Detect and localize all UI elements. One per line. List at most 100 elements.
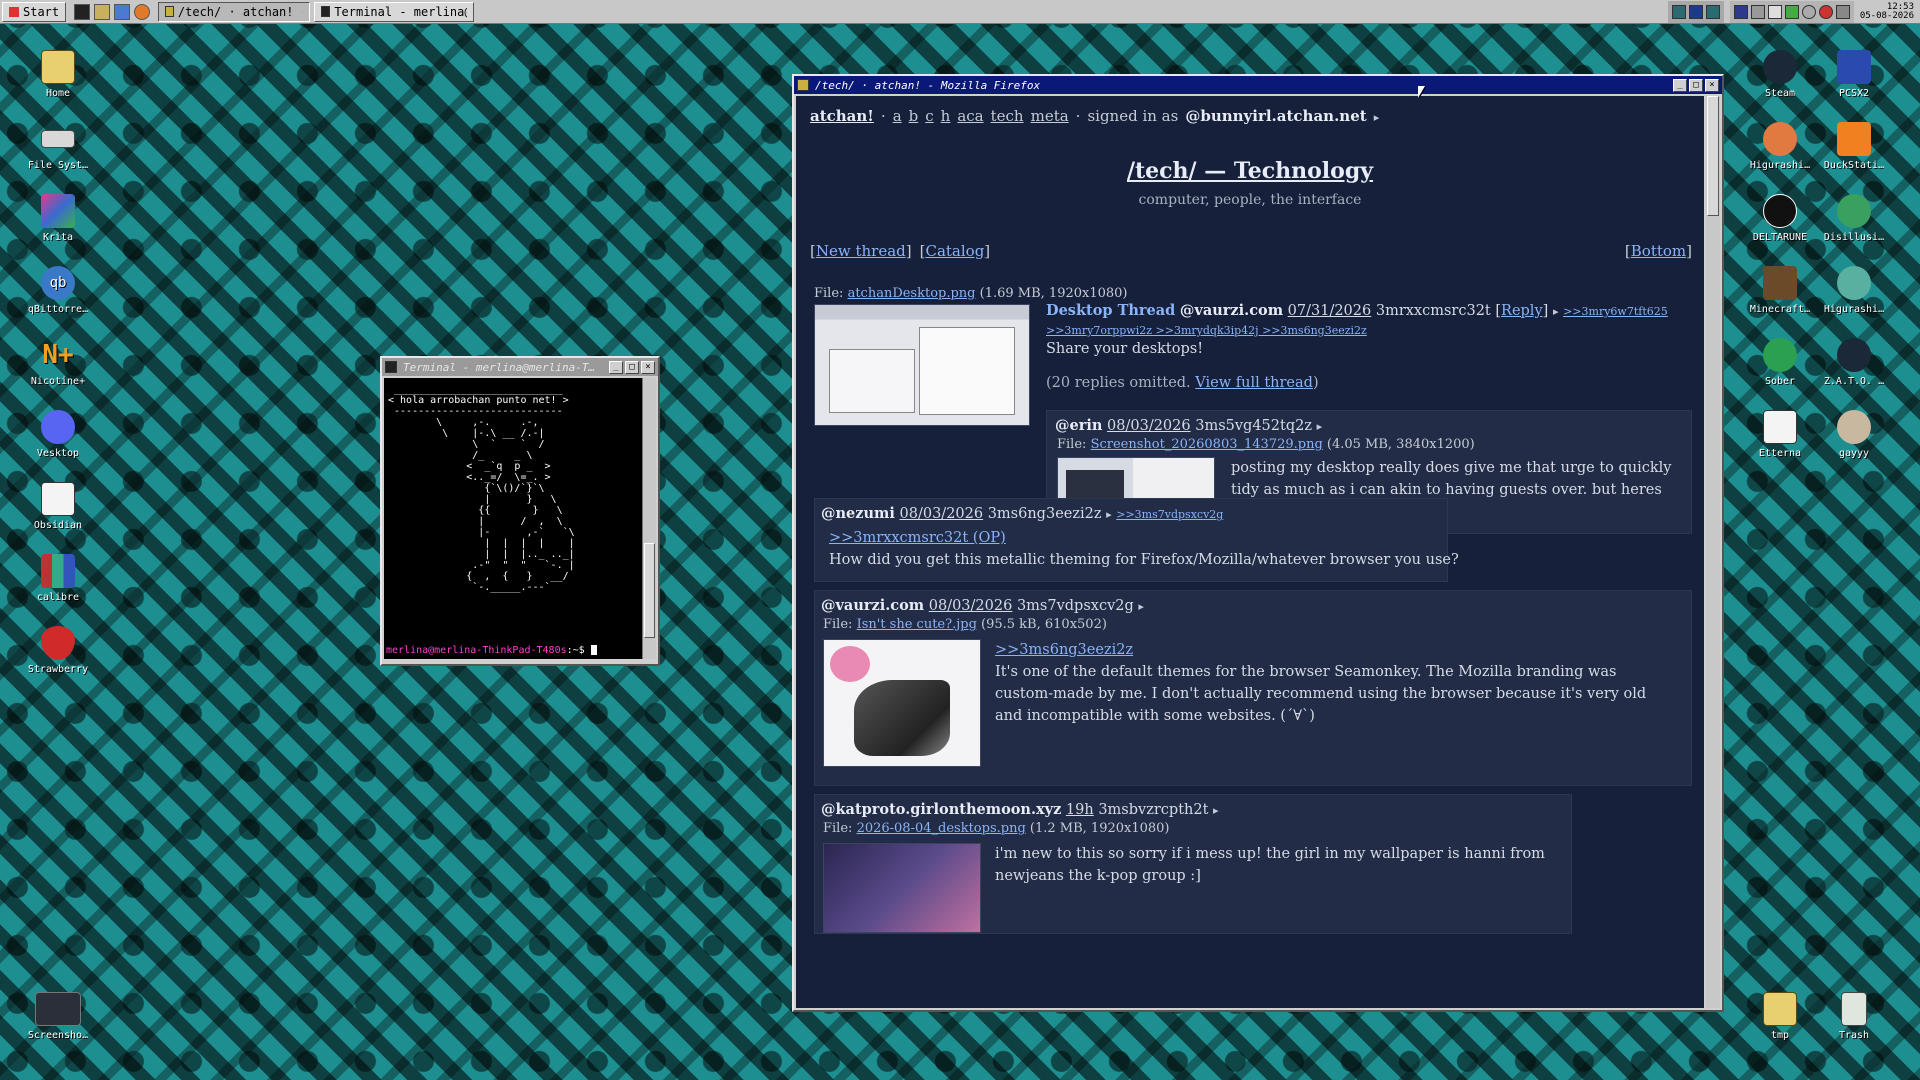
catalog-link[interactable]: Catalog: [925, 242, 984, 260]
post-menu-arrow-icon[interactable]: ▸: [1553, 305, 1559, 318]
post-menu-arrow-icon[interactable]: ▸: [1106, 508, 1112, 521]
quote-link[interactable]: >>3ms6ng3eezi2z: [995, 639, 1133, 661]
desktop-icon-pcsx2[interactable]: PCSX2: [1818, 50, 1890, 99]
desktop-icon-strawberry[interactable]: Strawberry: [22, 626, 94, 675]
workspace-3-icon[interactable]: [1705, 4, 1720, 19]
desktop-icon-obsidian[interactable]: Obsidian: [22, 482, 94, 531]
firefox-window[interactable]: /tech/ · atchan! - Mozilla Firefox _ □ ×…: [792, 74, 1724, 1012]
update-icon[interactable]: [1818, 4, 1833, 19]
start-button[interactable]: Start: [2, 1, 67, 22]
backlinks[interactable]: >>3mry7orppwi2z >>3mrydqk3ip42j >>3ms6ng…: [1046, 324, 1367, 337]
reply-link[interactable]: Reply: [1501, 303, 1543, 319]
view-full-thread-link[interactable]: View full thread: [1195, 375, 1313, 391]
clock[interactable]: 12:53 05-08-2026: [1860, 2, 1918, 21]
terminal-scrollbar[interactable]: [642, 378, 656, 659]
desktop-icon-minecraft[interactable]: Minecraft…: [1744, 266, 1816, 315]
pager[interactable]: [1667, 0, 1724, 23]
post-thumbnail[interactable]: [823, 639, 981, 767]
scrollbar-thumb[interactable]: [644, 543, 655, 638]
post-date[interactable]: 19h: [1066, 802, 1094, 818]
post-author[interactable]: @vaurzi.com: [821, 597, 924, 614]
desktop-icon-qbittorrent[interactable]: qb qBittorre…: [22, 266, 94, 315]
post-date[interactable]: 08/03/2026: [900, 506, 984, 522]
board-link-meta[interactable]: meta: [1031, 107, 1069, 125]
post-id[interactable]: 3ms5vg452tq2z: [1195, 418, 1312, 434]
post-thumbnail[interactable]: [823, 843, 981, 933]
maximize-button[interactable]: □: [1689, 78, 1703, 92]
close-button[interactable]: ×: [641, 360, 655, 374]
maximize-button[interactable]: □: [625, 360, 639, 374]
minimize-button[interactable]: _: [609, 360, 623, 374]
desktop-icon-higurashi-1[interactable]: Higurashi…: [1744, 122, 1816, 171]
desktop-icon-screenshot[interactable]: Screensho…: [22, 992, 94, 1041]
desktop-icon-tmp[interactable]: tmp: [1744, 992, 1816, 1041]
terminal-launcher-icon[interactable]: [74, 3, 91, 20]
desktop-icon-gayyy[interactable]: gayyy: [1818, 410, 1890, 459]
post-date[interactable]: 08/03/2026: [1107, 418, 1191, 434]
workspace-1-icon[interactable]: [1671, 4, 1686, 19]
board-title[interactable]: /tech/ — Technology: [796, 158, 1704, 184]
desktop-icon-steam[interactable]: Steam: [1744, 50, 1816, 99]
board-link-aca[interactable]: aca: [957, 107, 983, 125]
desktop-icon-nicotine[interactable]: N+ Nicotine+: [22, 338, 94, 387]
desktop-icon-disillusion[interactable]: Disillusi…: [1818, 194, 1890, 243]
post-date[interactable]: 07/31/2026: [1288, 303, 1372, 319]
signed-in-user[interactable]: @bunnyirl.atchan.net: [1185, 107, 1366, 125]
minimize-button[interactable]: _: [1673, 78, 1687, 92]
desktop-icon-higurashi-2[interactable]: Higurashi…: [1818, 266, 1890, 315]
board-link-a[interactable]: a: [893, 107, 902, 125]
post-id[interactable]: 3ms6ng3eezi2z: [988, 506, 1102, 522]
post-id[interactable]: 3msbvzrcpth2t: [1098, 802, 1208, 818]
file-link[interactable]: Isn't she cute?.jpg: [857, 617, 977, 632]
post-author[interactable]: @vaurzi.com: [1180, 302, 1283, 319]
desktop-icon-etterna[interactable]: Etterna: [1744, 410, 1816, 459]
post-menu-arrow-icon[interactable]: ▸: [1317, 420, 1323, 433]
new-thread-link[interactable]: New thread: [816, 242, 906, 260]
backlink[interactable]: >>3ms7vdpsxcv2g: [1116, 508, 1223, 521]
file-link[interactable]: 2026-08-04_desktops.png: [857, 821, 1026, 836]
board-link-h[interactable]: h: [941, 107, 951, 125]
desktop-icon-sober[interactable]: Sober: [1744, 338, 1816, 387]
terminal-window[interactable]: Terminal - merlina@merlina-T… _ □ × ____…: [380, 356, 660, 666]
post-menu-arrow-icon[interactable]: ▸: [1213, 804, 1219, 817]
battery-icon[interactable]: [1767, 4, 1782, 19]
workspace-2-icon[interactable]: [1688, 4, 1703, 19]
user-menu-arrow-icon[interactable]: ▸: [1374, 111, 1380, 124]
firefox-titlebar[interactable]: /tech/ · atchan! - Mozilla Firefox _ □ ×: [794, 76, 1722, 94]
network-icon[interactable]: [1750, 4, 1765, 19]
backlink[interactable]: >>3mry6w7tft625: [1563, 305, 1668, 318]
post-id[interactable]: 3mrxxcmsrc32t: [1376, 303, 1491, 319]
task-firefox[interactable]: /tech/ · atchan! - Moz…: [158, 1, 311, 22]
desktop-icon-deltarune[interactable]: DELTARUNE: [1744, 194, 1816, 243]
close-button[interactable]: ×: [1705, 78, 1719, 92]
volume-icon[interactable]: [1835, 4, 1850, 19]
editor-launcher-icon[interactable]: [114, 3, 131, 20]
desktop-icon-zato[interactable]: Z.A.T.O. …: [1818, 338, 1890, 387]
terminal-titlebar[interactable]: Terminal - merlina@merlina-T… _ □ ×: [382, 358, 658, 376]
desktop-icon-trash[interactable]: Trash: [1818, 992, 1890, 1041]
post-menu-arrow-icon[interactable]: ▸: [1138, 600, 1144, 613]
bottom-link[interactable]: Bottom: [1631, 242, 1686, 260]
desktop-icon-vesktop[interactable]: Vesktop: [22, 410, 94, 459]
board-link-c[interactable]: c: [925, 107, 933, 125]
desktop-icon-filesystem[interactable]: File Syst…: [22, 122, 94, 171]
browser-launcher-icon[interactable]: [134, 3, 151, 20]
post-date[interactable]: 08/03/2026: [929, 598, 1013, 614]
board-link-tech[interactable]: tech: [991, 107, 1024, 125]
task-terminal[interactable]: Terminal - merlina@mer…: [314, 1, 475, 22]
post-author[interactable]: @katproto.girlonthemoon.xyz: [821, 801, 1061, 818]
desktop-icon-krita[interactable]: Krita: [22, 194, 94, 243]
quote-link[interactable]: >>3mrxxcmsrc32t (OP): [829, 527, 1006, 549]
op-file-link[interactable]: atchanDesktop.png: [848, 286, 976, 301]
scrollbar-thumb[interactable]: [1707, 96, 1719, 216]
board-link-b[interactable]: b: [909, 107, 919, 125]
signal-icon[interactable]: [1784, 4, 1799, 19]
post-author[interactable]: @nezumi: [821, 505, 895, 522]
file-link[interactable]: Screenshot_20260803_143729.png: [1091, 437, 1323, 452]
site-home-link[interactable]: atchan!: [810, 107, 874, 125]
desktop-icon-duckstation[interactable]: DuckStati…: [1818, 122, 1890, 171]
page-scrollbar[interactable]: [1706, 96, 1720, 1008]
desktop-icon-home[interactable]: Home: [22, 50, 94, 99]
bluetooth-icon[interactable]: [1801, 4, 1816, 19]
post-id[interactable]: 3ms7vdpsxcv2g: [1017, 598, 1134, 614]
